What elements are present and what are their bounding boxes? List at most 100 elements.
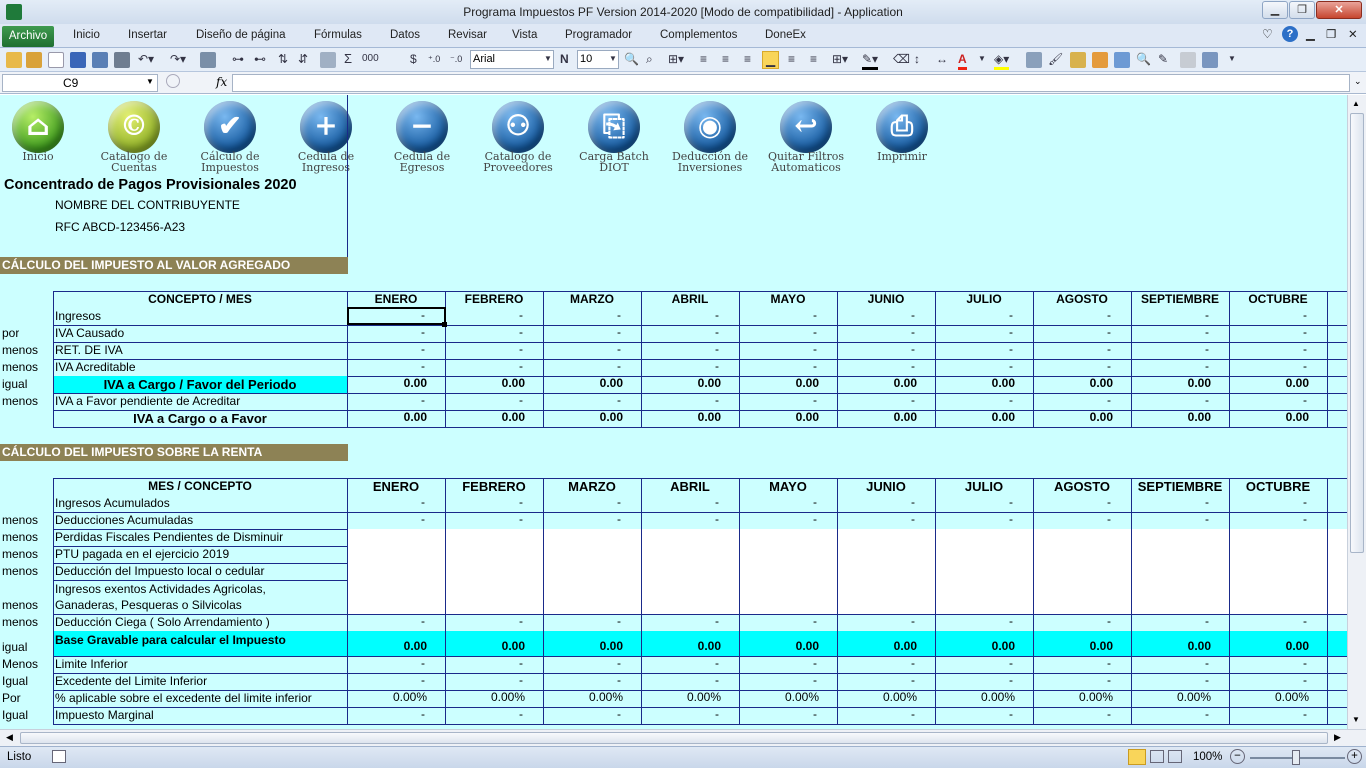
scroll-up-icon[interactable]: ▲ — [1352, 99, 1360, 108]
value-cell[interactable]: 0.00 — [1033, 639, 1131, 653]
bold-button[interactable]: N — [560, 51, 569, 67]
value-cell[interactable]: - — [543, 673, 641, 687]
tab-complementos[interactable]: Complementos — [660, 29, 737, 41]
fill-color-icon[interactable]: ◈▾ — [994, 51, 1010, 70]
value-cell[interactable]: - — [347, 359, 445, 373]
zoom-icon[interactable]: 🔍 — [624, 51, 639, 67]
merge-icon[interactable]: ⊞▾ — [668, 51, 684, 67]
value-cell[interactable]: - — [1131, 393, 1229, 407]
value-cell[interactable]: - — [1131, 707, 1229, 721]
tab-vista[interactable]: Vista — [512, 29, 537, 41]
value-cell[interactable]: 0.00% — [1229, 690, 1327, 704]
value-cell[interactable]: - — [347, 495, 445, 509]
eraser-icon[interactable]: ⌫ — [893, 51, 910, 67]
value-cell[interactable]: - — [641, 512, 739, 526]
ribbon-restore-icon[interactable]: ❐ — [1326, 27, 1336, 41]
value-cell[interactable]: - — [347, 512, 445, 526]
value-cell[interactable]: 0.00% — [543, 690, 641, 704]
help-icon[interactable]: ? — [1282, 26, 1298, 42]
value-cell[interactable]: - — [837, 512, 935, 526]
value-cell[interactable]: - — [1131, 495, 1229, 509]
value-cell[interactable]: - — [837, 325, 935, 339]
value-cell[interactable]: - — [837, 656, 935, 670]
value-cell[interactable]: - — [445, 495, 543, 509]
minimize-button[interactable]: ▁ — [1262, 1, 1288, 19]
value-cell[interactable]: - — [935, 614, 1033, 628]
value-cell[interactable]: 0.00 — [1131, 410, 1229, 424]
value-cell[interactable]: 0.00 — [641, 376, 739, 390]
value-cell[interactable]: 0.00% — [837, 690, 935, 704]
value-cell[interactable]: - — [543, 342, 641, 356]
expand-formula-icon[interactable]: ⌄ — [1354, 76, 1362, 87]
value-cell[interactable]: - — [739, 512, 837, 526]
search-icon[interactable]: 🔍 — [1136, 51, 1151, 67]
value-cell[interactable]: - — [445, 359, 543, 373]
page-layout-view-icon[interactable] — [1150, 750, 1164, 763]
close-button[interactable]: ✕ — [1316, 1, 1362, 19]
paste-icon[interactable] — [26, 52, 42, 68]
value-cell[interactable]: - — [543, 308, 641, 322]
ribbon-collapse-icon[interactable]: ♡ — [1262, 27, 1273, 41]
picture-icon[interactable] — [320, 52, 336, 68]
value-cell[interactable]: 0.00 — [837, 639, 935, 653]
value-cell[interactable]: - — [1229, 342, 1327, 356]
value-cell[interactable]: - — [837, 614, 935, 628]
scroll-left-icon[interactable]: ◀ — [6, 732, 13, 743]
value-cell[interactable]: - — [1229, 707, 1327, 721]
align-left-icon[interactable]: ≡ — [700, 51, 707, 67]
value-cell[interactable]: - — [935, 359, 1033, 373]
value-cell[interactable]: - — [641, 393, 739, 407]
tab-formulas[interactable]: Fórmulas — [314, 29, 362, 41]
increase-decimal-icon[interactable]: ⁺.0 — [428, 51, 440, 67]
value-cell[interactable]: - — [641, 656, 739, 670]
value-cell[interactable]: - — [641, 707, 739, 721]
value-cell[interactable]: 0.00 — [1131, 639, 1229, 653]
chevron-down-icon[interactable]: ▼ — [978, 51, 986, 67]
value-cell[interactable]: 0.00 — [445, 410, 543, 424]
value-cell[interactable]: 0.00 — [543, 410, 641, 424]
value-cell[interactable]: - — [1229, 673, 1327, 687]
value-cell[interactable]: - — [445, 393, 543, 407]
value-cell[interactable]: 0.00 — [641, 639, 739, 653]
value-cell[interactable]: - — [543, 495, 641, 509]
tab-inicio[interactable]: Inicio — [73, 29, 100, 41]
borders-icon[interactable]: ⊞▾ — [832, 51, 848, 67]
value-cell[interactable]: - — [641, 614, 739, 628]
value-cell[interactable]: - — [445, 325, 543, 339]
value-cell[interactable]: - — [1033, 308, 1131, 322]
chevron-down-icon[interactable]: ▼ — [146, 77, 154, 86]
value-cell[interactable]: - — [739, 656, 837, 670]
tab-insertar[interactable]: Insertar — [128, 29, 167, 41]
value-cell[interactable]: - — [935, 308, 1033, 322]
value-cell[interactable]: - — [445, 512, 543, 526]
lock-icon[interactable] — [1180, 52, 1196, 68]
value-cell[interactable]: - — [641, 325, 739, 339]
value-cell[interactable]: - — [837, 707, 935, 721]
value-cell[interactable]: - — [1033, 342, 1131, 356]
value-cell[interactable]: - — [347, 614, 445, 628]
value-cell[interactable]: - — [935, 512, 1033, 526]
value-cell[interactable]: - — [1229, 308, 1327, 322]
align-bottom-icon[interactable]: ▁ — [762, 51, 780, 69]
value-cell[interactable]: - — [739, 393, 837, 407]
value-cell[interactable]: - — [543, 614, 641, 628]
name-box[interactable]: C9 — [2, 74, 158, 92]
sheet-icon[interactable] — [1070, 52, 1086, 68]
zoom-level[interactable]: 100% — [1193, 751, 1222, 763]
toolbar-more-icon[interactable]: ▼ — [1228, 51, 1236, 67]
selected-cell[interactable] — [347, 307, 446, 325]
scroll-down-icon[interactable]: ▼ — [1352, 715, 1360, 724]
value-cell[interactable]: - — [935, 673, 1033, 687]
value-cell[interactable]: 0.00 — [1033, 410, 1131, 424]
line-color-icon[interactable]: ✎▾ — [862, 51, 879, 70]
value-cell[interactable]: 0.00 — [935, 639, 1033, 653]
font-color-icon[interactable]: A — [958, 51, 967, 70]
horizontal-scroll-thumb[interactable] — [20, 732, 1328, 744]
value-cell[interactable]: - — [1033, 614, 1131, 628]
value-cell[interactable]: - — [1131, 656, 1229, 670]
value-cell[interactable]: 0.00% — [739, 690, 837, 704]
new-icon[interactable] — [48, 52, 64, 68]
value-cell[interactable]: - — [1131, 308, 1229, 322]
file-tab[interactable]: Archivo — [2, 26, 54, 47]
value-cell[interactable]: - — [445, 342, 543, 356]
